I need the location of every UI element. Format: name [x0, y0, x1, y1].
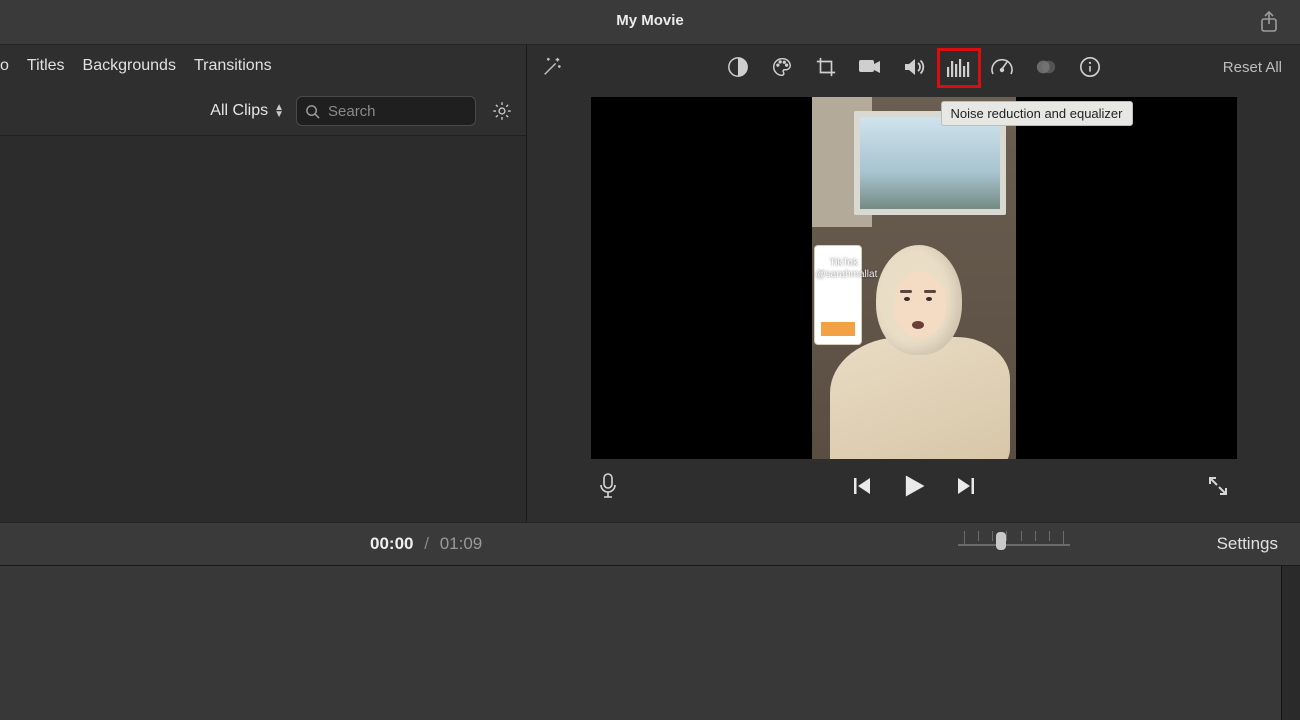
next-button[interactable]: [956, 476, 976, 496]
settings-button[interactable]: Settings: [1217, 534, 1278, 554]
camera-icon: [858, 57, 882, 77]
reset-all-button[interactable]: Reset All: [1223, 59, 1282, 76]
share-button[interactable]: [1256, 9, 1282, 35]
equalizer-icon: [946, 57, 970, 77]
time-current: 00:00: [370, 534, 413, 553]
video-frame: TikTok @sarahmallat: [812, 97, 1016, 459]
prev-button[interactable]: [852, 476, 872, 496]
footer-bar: 00:00 / 01:09 Settings: [0, 522, 1300, 566]
fullscreen-button[interactable]: [1208, 476, 1228, 496]
overlay-button[interactable]: [1034, 55, 1058, 79]
clip-filter-dropdown[interactable]: All Clips ▲▼: [210, 102, 284, 120]
time-duration: 01:09: [440, 534, 483, 553]
enhance-button[interactable]: [541, 56, 563, 78]
chevron-updown-icon: ▲▼: [274, 104, 284, 118]
play-button[interactable]: [900, 472, 928, 500]
color-balance-icon: [727, 56, 749, 78]
zoom-slider[interactable]: [958, 536, 1070, 552]
info-button[interactable]: [1078, 55, 1102, 79]
media-browser: o Titles Backgrounds Transitions All Cli…: [0, 45, 527, 522]
time-separator: /: [424, 534, 429, 553]
viewer-panel: Reset All Noise reduction and equalizer …: [527, 45, 1300, 522]
zoom-knob[interactable]: [996, 532, 1006, 550]
expand-icon: [1208, 476, 1228, 496]
info-icon: [1079, 56, 1101, 78]
viewer-wrap: Noise reduction and equalizer TikTok @sa…: [527, 89, 1300, 522]
tiktok-watermark: TikTok @sarahmallat: [816, 257, 878, 280]
tiktok-icon: [816, 257, 828, 269]
transport-bar: [527, 459, 1300, 513]
speed-button[interactable]: [990, 55, 1014, 79]
skip-back-icon: [852, 476, 872, 496]
play-controls: [852, 472, 976, 500]
timecode: 00:00 / 01:09: [370, 534, 482, 554]
watermark-app: TikTok: [830, 258, 859, 269]
filter-row: All Clips ▲▼: [0, 87, 526, 136]
search-input-container[interactable]: [296, 96, 476, 126]
titlebar: My Movie: [0, 0, 1300, 45]
adjust-toolbar: Reset All: [527, 45, 1300, 89]
play-icon: [900, 472, 928, 500]
volume-button[interactable]: [902, 55, 926, 79]
timeline[interactable]: [0, 566, 1282, 720]
tab-audio-partial[interactable]: o: [0, 57, 9, 75]
project-title: My Movie: [616, 12, 684, 29]
video-viewer[interactable]: Noise reduction and equalizer TikTok @sa…: [591, 97, 1237, 459]
main-row: o Titles Backgrounds Transitions All Cli…: [0, 45, 1300, 522]
color-correction-button[interactable]: [770, 55, 794, 79]
overlay-icon: [1035, 56, 1057, 78]
clips-area: [0, 136, 526, 522]
equalizer-tooltip: Noise reduction and equalizer: [941, 101, 1133, 126]
search-icon: [305, 104, 320, 119]
search-input[interactable]: [326, 102, 440, 121]
browser-tabs: o Titles Backgrounds Transitions: [0, 45, 526, 87]
voiceover-button[interactable]: [599, 473, 617, 499]
share-icon: [1259, 11, 1279, 33]
tab-backgrounds[interactable]: Backgrounds: [83, 57, 176, 75]
stabilization-button[interactable]: [858, 55, 882, 79]
speedometer-icon: [990, 56, 1014, 78]
browser-settings-button[interactable]: [488, 97, 516, 125]
adjust-icons: [726, 55, 1102, 79]
microphone-icon: [599, 473, 617, 499]
crop-button[interactable]: [814, 55, 838, 79]
watermark-handle: @sarahmallat: [816, 269, 878, 280]
palette-icon: [771, 56, 793, 78]
volume-icon: [902, 56, 926, 78]
crop-icon: [815, 56, 837, 78]
equalizer-button[interactable]: [946, 55, 970, 79]
clip-filter-label: All Clips: [210, 102, 268, 120]
tab-titles[interactable]: Titles: [27, 57, 65, 75]
color-balance-button[interactable]: [726, 55, 750, 79]
wand-icon: [541, 56, 563, 78]
gear-icon: [491, 100, 513, 122]
skip-forward-icon: [956, 476, 976, 496]
tab-transitions[interactable]: Transitions: [194, 57, 272, 75]
